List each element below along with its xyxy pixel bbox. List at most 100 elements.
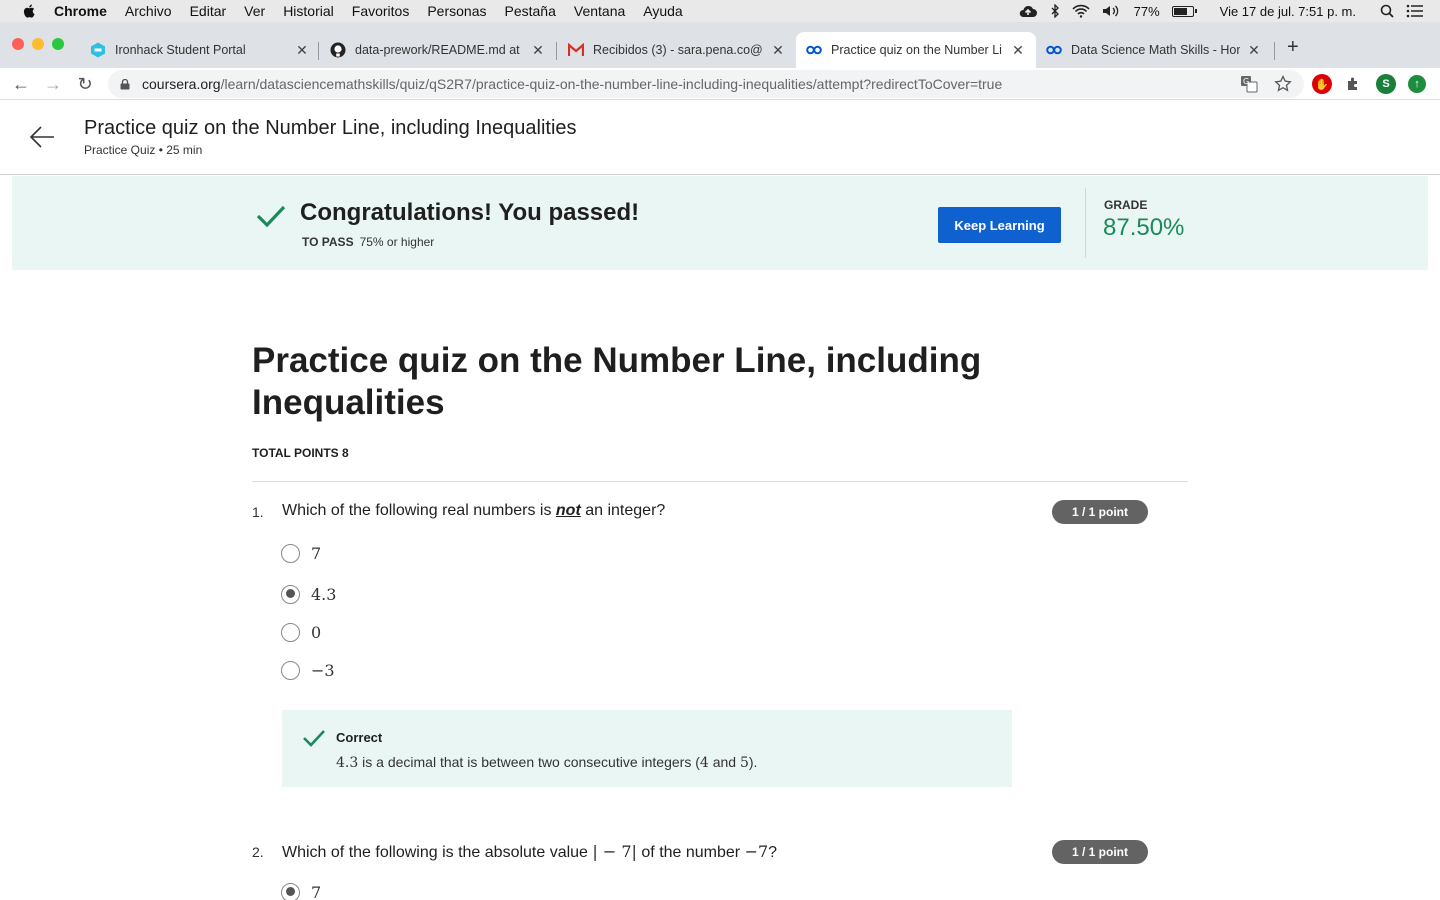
option-label: −3 — [311, 660, 335, 680]
grade-label: GRADE — [1104, 198, 1148, 212]
tab-title: Data Science Math Skills - Hom — [1071, 43, 1240, 57]
profile-avatar[interactable]: S — [1376, 74, 1396, 94]
menu-pestana[interactable]: Pestaña — [505, 3, 556, 19]
extensions-puzzle-icon[interactable] — [1344, 74, 1364, 94]
feedback-text: ). — [748, 754, 758, 770]
question-text: Which of the following is the absolute v… — [282, 842, 777, 862]
volume-icon[interactable] — [1102, 4, 1122, 18]
reload-icon[interactable]: ↻ — [74, 73, 96, 95]
close-tab-icon[interactable]: ✕ — [530, 42, 546, 59]
close-tab-icon[interactable]: ✕ — [294, 42, 310, 59]
question-text-part: Which of the following is the absolute v… — [282, 844, 593, 861]
tab-data-science-math[interactable]: Data Science Math Skills - Hom ✕ — [1036, 32, 1272, 68]
course-header: Practice quiz on the Number Line, includ… — [0, 101, 1440, 175]
battery-icon[interactable] — [1171, 5, 1197, 17]
tab-ironhack[interactable]: Ironhack Student Portal ✕ — [80, 32, 320, 68]
apple-menu-icon[interactable] — [20, 4, 38, 18]
menu-historial[interactable]: Historial — [283, 3, 334, 19]
question-number: 1. — [252, 504, 264, 520]
radio-button[interactable] — [281, 584, 300, 604]
header-subtitle: Practice Quiz • 25 min — [84, 143, 203, 157]
menu-ventana[interactable]: Ventana — [574, 3, 625, 19]
gmail-icon — [568, 42, 584, 58]
answer-option[interactable]: 7 — [281, 882, 321, 900]
tab-separator — [556, 42, 557, 60]
menu-personas[interactable]: Personas — [427, 3, 486, 19]
battery-level — [1173, 7, 1187, 15]
address-bar[interactable]: coursera.org/learn/datasciencemathskills… — [108, 70, 1304, 98]
notification-center-icon[interactable] — [1406, 4, 1424, 18]
tab-practice-quiz[interactable]: Practice quiz on the Number Li ✕ — [796, 32, 1036, 68]
back-icon[interactable]: ← — [10, 73, 32, 95]
radio-button[interactable] — [281, 622, 300, 642]
answer-feedback: Correct 4.3 is a decimal that is between… — [282, 710, 1012, 787]
option-label: 0 — [311, 622, 322, 642]
menu-app-name[interactable]: Chrome — [54, 3, 107, 19]
spotlight-search-icon[interactable] — [1380, 4, 1394, 18]
tab-title: Ironhack Student Portal — [115, 43, 246, 57]
score-badge: 1 / 1 point — [1052, 840, 1148, 864]
bookmark-star-icon[interactable] — [1274, 75, 1292, 93]
menu-favoritos[interactable]: Favoritos — [352, 3, 410, 19]
question-text-part: of the number — [636, 844, 745, 861]
radio-button[interactable] — [281, 882, 300, 900]
wifi-icon[interactable] — [1072, 4, 1090, 18]
back-arrow-icon[interactable] — [28, 123, 56, 151]
answer-option[interactable]: −3 — [281, 660, 335, 680]
checkmark-icon — [256, 205, 286, 228]
feedback-math: 4.3 — [336, 755, 359, 771]
feedback-status: Correct — [336, 730, 383, 745]
new-tab-plus-icon[interactable]: + — [1287, 36, 1299, 59]
feedback-math: 4 — [699, 755, 709, 771]
feedback-text: and — [708, 754, 740, 770]
grade-value: 87.50% — [1103, 214, 1185, 241]
menu-ayuda[interactable]: Ayuda — [643, 3, 682, 19]
window-minimize-button[interactable] — [32, 38, 44, 50]
to-pass-value: 75% or higher — [359, 235, 435, 249]
adblock-extension-icon[interactable]: ✋ — [1312, 74, 1332, 94]
tab-title: Recibidos (3) - sara.pena.co@ — [593, 43, 763, 57]
close-tab-icon[interactable]: ✕ — [1010, 42, 1026, 59]
feedback-math: 5 — [739, 755, 749, 771]
question-emphasis: not — [555, 502, 581, 519]
score-badge: 1 / 1 point — [1052, 500, 1148, 524]
tab-gmail[interactable]: Recibidos (3) - sara.pena.co@ ✕ — [558, 32, 796, 68]
radio-button[interactable] — [281, 543, 300, 563]
menu-archivo[interactable]: Archivo — [125, 3, 172, 19]
menu-ver[interactable]: Ver — [244, 3, 265, 19]
answer-option[interactable]: 0 — [281, 622, 321, 642]
close-tab-icon[interactable]: ✕ — [1246, 42, 1262, 59]
keep-learning-button[interactable]: Keep Learning — [938, 207, 1061, 243]
menu-clock[interactable]: Vie 17 de jul. 7:51 p. m. — [1220, 4, 1356, 19]
browser-toolbar: ← → ↻ coursera.org/learn/datasciencemath… — [0, 68, 1440, 100]
radio-button[interactable] — [281, 660, 300, 680]
passed-headline: Congratulations! You passed! — [300, 199, 640, 226]
github-icon — [330, 42, 346, 58]
icloud-icon[interactable] — [1018, 4, 1038, 18]
window-controls — [12, 38, 64, 50]
question-text: Which of the following real numbers is n… — [282, 502, 665, 520]
lock-icon[interactable] — [120, 78, 130, 90]
question-math: | − 7| — [592, 842, 637, 861]
bluetooth-icon[interactable] — [1050, 4, 1060, 18]
window-zoom-button[interactable] — [52, 38, 64, 50]
svg-text:G: G — [1243, 77, 1249, 86]
answer-option[interactable]: 7 — [281, 543, 321, 563]
forward-icon[interactable]: → — [42, 73, 64, 95]
question-text-part: Which of the following real numbers is — [282, 502, 556, 519]
tab-separator — [318, 42, 319, 60]
ironhack-icon — [90, 42, 106, 58]
tab-github[interactable]: data-prework/README.md at m ✕ — [320, 32, 556, 68]
window-close-button[interactable] — [12, 38, 24, 50]
tab-title: data-prework/README.md at m — [355, 43, 524, 57]
update-arrow-icon[interactable]: ↑ — [1408, 75, 1426, 93]
browser-tab-strip: Ironhack Student Portal ✕ data-prework/R… — [0, 22, 1440, 68]
question-math: −7 — [744, 842, 769, 861]
translate-icon[interactable]: G — [1240, 75, 1258, 93]
close-tab-icon[interactable]: ✕ — [770, 42, 786, 59]
menu-editar[interactable]: Editar — [190, 3, 227, 19]
option-label: 7 — [311, 543, 322, 563]
answer-option[interactable]: 4.3 — [281, 584, 336, 604]
question-text-part: ? — [768, 844, 778, 861]
tab-title: Practice quiz on the Number Li — [831, 43, 1002, 57]
